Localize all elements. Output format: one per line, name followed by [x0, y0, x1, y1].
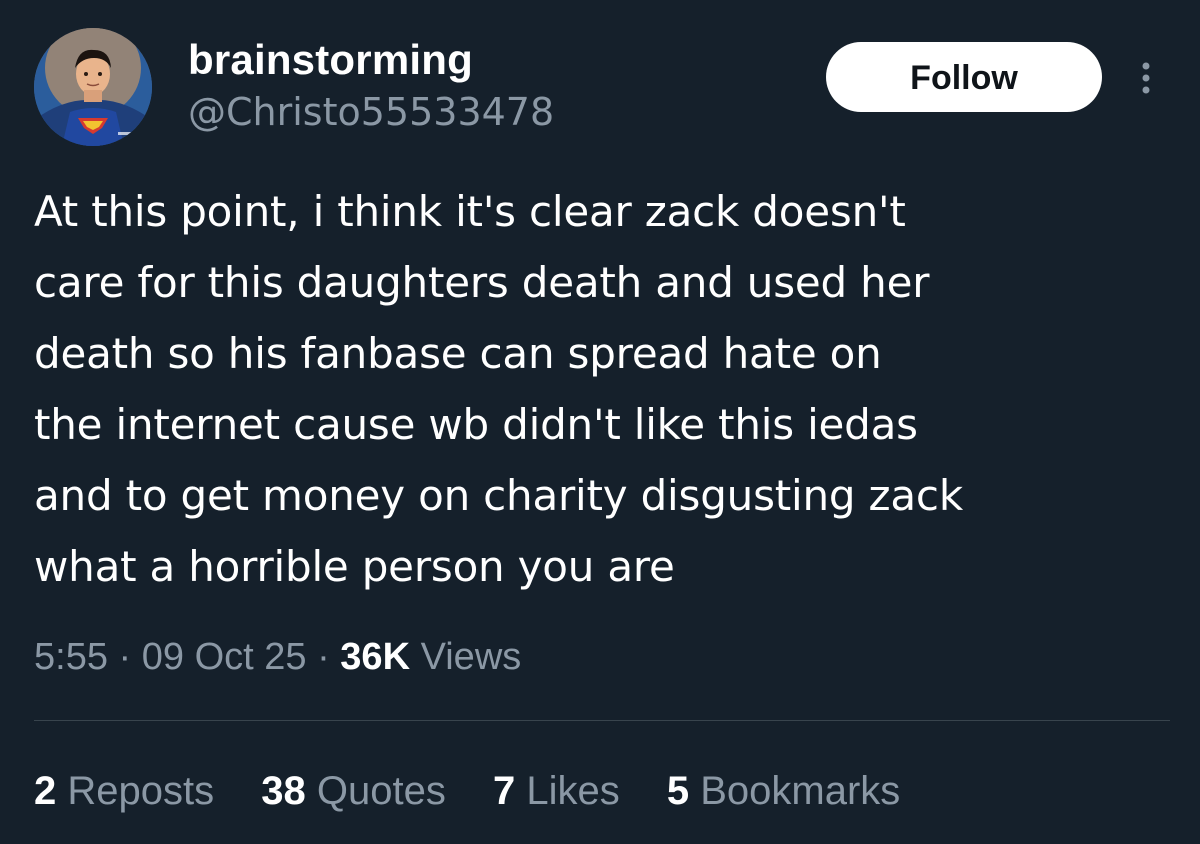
more-vertical-icon[interactable] [1126, 58, 1166, 98]
reposts-stat[interactable]: 2 Reposts [34, 766, 214, 816]
bookmarks-stat[interactable]: 5 Bookmarks [667, 766, 900, 816]
superman-avatar-icon [34, 28, 152, 146]
tweet-meta: 5:55 · 09 Oct 25 · 36K Views [34, 632, 521, 682]
divider [34, 720, 1170, 721]
bookmarks-count: 5 [666, 769, 690, 813]
quotes-count: 38 [261, 769, 306, 813]
reposts-label: Reposts [67, 769, 215, 813]
user-names: brainstorming @Christo55533478 [188, 36, 554, 136]
quotes-label: Quotes [316, 769, 446, 813]
tweet-time[interactable]: 5:55 [34, 636, 108, 678]
views-label: Views [420, 636, 522, 678]
likes-label: Likes [526, 769, 620, 813]
display-name[interactable]: brainstorming [188, 36, 554, 84]
quotes-stat[interactable]: 38 Quotes [261, 766, 446, 816]
avatar[interactable] [34, 28, 152, 146]
meta-separator: · [118, 636, 132, 678]
user-handle[interactable]: @Christo55533478 [188, 88, 554, 136]
tweet-header: brainstorming @Christo55533478 Follow [34, 28, 1160, 148]
likes-stat[interactable]: 7 Likes [493, 766, 620, 816]
likes-count: 7 [492, 769, 516, 813]
reposts-count: 2 [34, 769, 57, 813]
tweet-text: At this point, i think it's clear zack d… [34, 187, 963, 591]
tweet-date[interactable]: 09 Oct 25 [142, 636, 307, 678]
meta-separator: · [317, 636, 330, 678]
tweet-stats: 2 Reposts 38 Quotes 7 Likes 5 Bookmarks [34, 766, 936, 816]
follow-button[interactable]: Follow [826, 42, 1102, 112]
tweet-card: brainstorming @Christo55533478 Follow At… [0, 0, 1200, 844]
bookmarks-label: Bookmarks [700, 769, 901, 813]
views-count: 36K [340, 636, 411, 678]
